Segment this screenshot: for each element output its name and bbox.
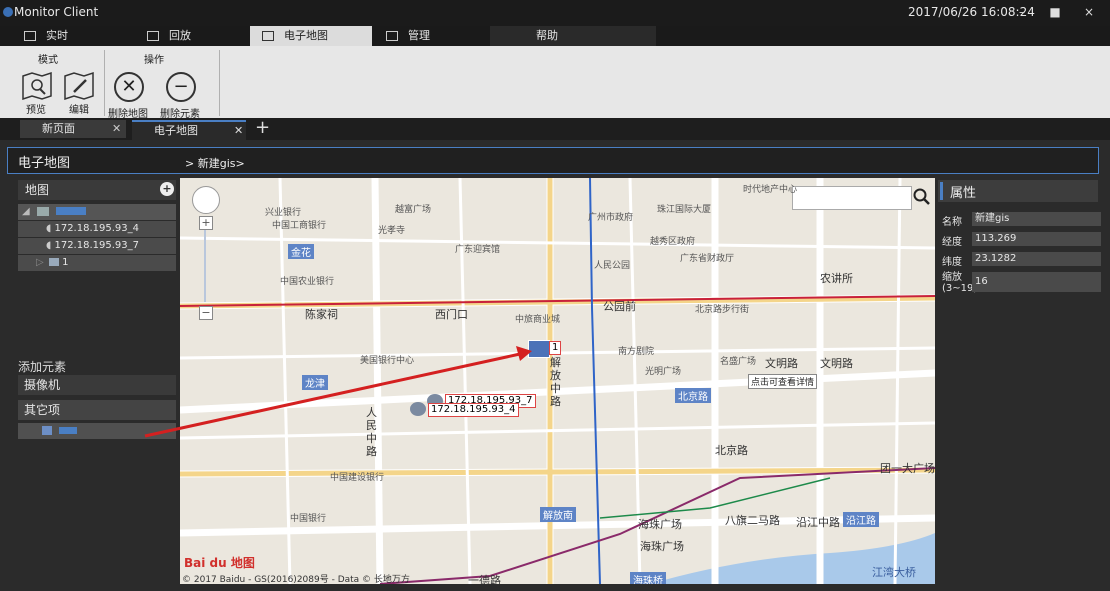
prop-longitude-value[interactable]: 113.269 [972, 232, 1101, 246]
prop-latitude-value[interactable]: 23.1282 [972, 252, 1101, 266]
properties-title: 属性 [950, 186, 977, 201]
prop-zoom-value[interactable]: 16 [972, 272, 1101, 292]
properties-header: 属性 [938, 180, 1098, 202]
drag-arrow [144, 346, 532, 438]
prop-key: 缩放 (3~19) [942, 272, 978, 294]
prop-key: 经度 [942, 237, 962, 248]
prop-key: 纬度 [942, 257, 962, 268]
prop-name-value[interactable]: 新建gis [972, 212, 1101, 226]
prop-key: 名称 [942, 217, 962, 228]
